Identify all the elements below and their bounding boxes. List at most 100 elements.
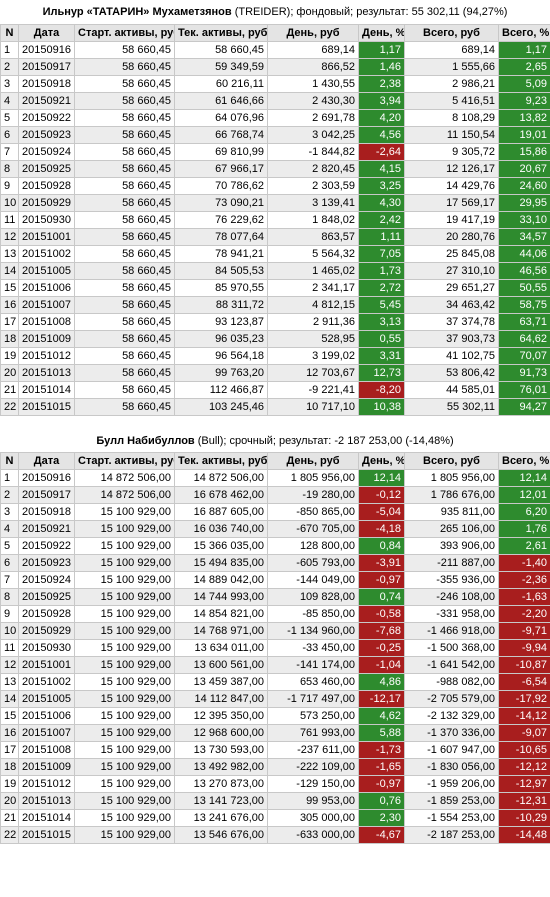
day-rub-cell: -1 717 497,00: [267, 690, 359, 708]
n-cell: 10: [0, 622, 19, 640]
day-pct-cell: 0,55: [358, 330, 405, 348]
day-pct-cell: -1,04: [358, 656, 405, 674]
date-cell: 20150916: [18, 41, 75, 59]
start-assets-cell: 58 660,45: [74, 194, 175, 212]
start-assets-cell: 15 100 929,00: [74, 622, 175, 640]
start-assets-cell: 15 100 929,00: [74, 554, 175, 572]
day-rub-cell: 10 717,10: [267, 398, 359, 416]
table2-header-start-assets: Старт. активы, руб: [74, 452, 175, 470]
date-cell: 20151014: [18, 381, 75, 399]
start-assets-cell: 58 660,45: [74, 262, 175, 280]
day-rub-cell: 5 564,32: [267, 245, 359, 263]
total-rub-cell: -988 082,00: [404, 673, 499, 691]
n-cell: 17: [0, 741, 19, 759]
n-cell: 18: [0, 758, 19, 776]
day-pct-cell: 10,38: [358, 398, 405, 416]
day-rub-cell: 128 800,00: [267, 537, 359, 555]
table2-header-total-pct: Всего, %: [498, 452, 550, 470]
n-cell: 22: [0, 826, 19, 844]
start-assets-cell: 58 660,45: [74, 398, 175, 416]
n-cell: 2: [0, 486, 19, 504]
total-pct-cell: 94,27: [498, 398, 550, 416]
start-assets-cell: 58 660,45: [74, 296, 175, 314]
day-rub-cell: -850 865,00: [267, 503, 359, 521]
n-cell: 10: [0, 194, 19, 212]
current-assets-cell: 13 492 982,00: [174, 758, 268, 776]
table2-header-day-rub: День, руб: [267, 452, 359, 470]
day-pct-cell: -0,25: [358, 639, 405, 657]
n-cell: 4: [0, 520, 19, 538]
table-row: 10 20150929 15 100 929,00 14 768 971,00 -1 1…: [0, 622, 550, 640]
date-cell: 20151015: [18, 398, 75, 416]
total-rub-cell: 27 310,10: [404, 262, 499, 280]
day-pct-cell: 1,11: [358, 228, 405, 246]
table-row: 2 20150917 58 660,45 59 349,59 866,52 1,46 1 5…: [0, 58, 550, 76]
total-pct-cell: 46,56: [498, 262, 550, 280]
current-assets-cell: 66 768,74: [174, 126, 268, 144]
day-pct-cell: 7,05: [358, 245, 405, 263]
table-row: 22 20151015 58 660,45 103 245,46 10 717,10 10…: [0, 398, 550, 416]
total-rub-cell: -1 641 542,00: [404, 656, 499, 674]
current-assets-cell: 13 546 676,00: [174, 826, 268, 844]
current-assets-cell: 60 216,11: [174, 75, 268, 93]
total-rub-cell: 34 463,42: [404, 296, 499, 314]
table-row: 19 20151012 58 660,45 96 564,18 3 199,02 3,31…: [0, 347, 550, 365]
table-row: 8 20150925 15 100 929,00 14 744 993,00 109 8…: [0, 588, 550, 606]
start-assets-cell: 15 100 929,00: [74, 639, 175, 657]
total-rub-cell: -1 830 056,00: [404, 758, 499, 776]
table-row: 9 20150928 58 660,45 70 786,62 2 303,59 3,25 1…: [0, 177, 550, 195]
day-rub-cell: 3 139,41: [267, 194, 359, 212]
day-rub-cell: 689,14: [267, 41, 359, 59]
start-assets-cell: 58 660,45: [74, 75, 175, 93]
date-cell: 20151006: [18, 707, 75, 725]
total-rub-cell: 689,14: [404, 41, 499, 59]
total-rub-cell: 9 305,72: [404, 143, 499, 161]
total-rub-cell: 17 569,17: [404, 194, 499, 212]
table-row: 22 20151015 15 100 929,00 13 546 676,00 -633…: [0, 826, 550, 844]
total-pct-cell: -12,12: [498, 758, 550, 776]
day-pct-cell: -0,97: [358, 571, 405, 589]
day-rub-cell: 3 042,25: [267, 126, 359, 144]
current-assets-cell: 16 887 605,00: [174, 503, 268, 521]
day-pct-cell: -2,64: [358, 143, 405, 161]
current-assets-cell: 96 564,18: [174, 347, 268, 365]
current-assets-cell: 76 229,62: [174, 211, 268, 229]
date-cell: 20150924: [18, 143, 75, 161]
n-cell: 6: [0, 554, 19, 572]
date-cell: 20150929: [18, 194, 75, 212]
total-pct-cell: 76,01: [498, 381, 550, 399]
current-assets-cell: 58 660,45: [174, 41, 268, 59]
day-rub-cell: 653 460,00: [267, 673, 359, 691]
total-rub-cell: 11 150,54: [404, 126, 499, 144]
total-pct-cell: 91,73: [498, 364, 550, 382]
table-row: 10 20150929 58 660,45 73 090,21 3 139,41 4,30…: [0, 194, 550, 212]
day-rub-cell: -222 109,00: [267, 758, 359, 776]
total-pct-cell: -9,07: [498, 724, 550, 742]
date-cell: 20150928: [18, 177, 75, 195]
total-pct-cell: 19,01: [498, 126, 550, 144]
date-cell: 20151009: [18, 330, 75, 348]
day-rub-cell: -633 000,00: [267, 826, 359, 844]
total-rub-cell: 1 805 956,00: [404, 469, 499, 487]
start-assets-cell: 58 660,45: [74, 211, 175, 229]
current-assets-cell: 16 678 462,00: [174, 486, 268, 504]
current-assets-cell: 88 311,72: [174, 296, 268, 314]
table-row: 12 20151001 58 660,45 78 077,64 863,57 1,11 20…: [0, 228, 550, 246]
total-rub-cell: 41 102,75: [404, 347, 499, 365]
table1-header-n: N: [0, 24, 19, 42]
table-row: 12 20151001 15 100 929,00 13 600 561,00 -141…: [0, 656, 550, 674]
day-pct-cell: -1,65: [358, 758, 405, 776]
total-rub-cell: 44 585,01: [404, 381, 499, 399]
table-row: 7 20150924 15 100 929,00 14 889 042,00 -144 …: [0, 571, 550, 589]
current-assets-cell: 14 854 821,00: [174, 605, 268, 623]
n-cell: 5: [0, 537, 19, 555]
day-pct-cell: 0,74: [358, 588, 405, 606]
start-assets-cell: 15 100 929,00: [74, 690, 175, 708]
start-assets-cell: 15 100 929,00: [74, 792, 175, 810]
table1-header-current-assets: Тек. активы, руб: [174, 24, 268, 42]
start-assets-cell: 15 100 929,00: [74, 588, 175, 606]
n-cell: 1: [0, 469, 19, 487]
current-assets-cell: 14 872 506,00: [174, 469, 268, 487]
table-row: 16 20151007 15 100 929,00 12 968 600,00 761 …: [0, 724, 550, 742]
date-cell: 20150930: [18, 211, 75, 229]
